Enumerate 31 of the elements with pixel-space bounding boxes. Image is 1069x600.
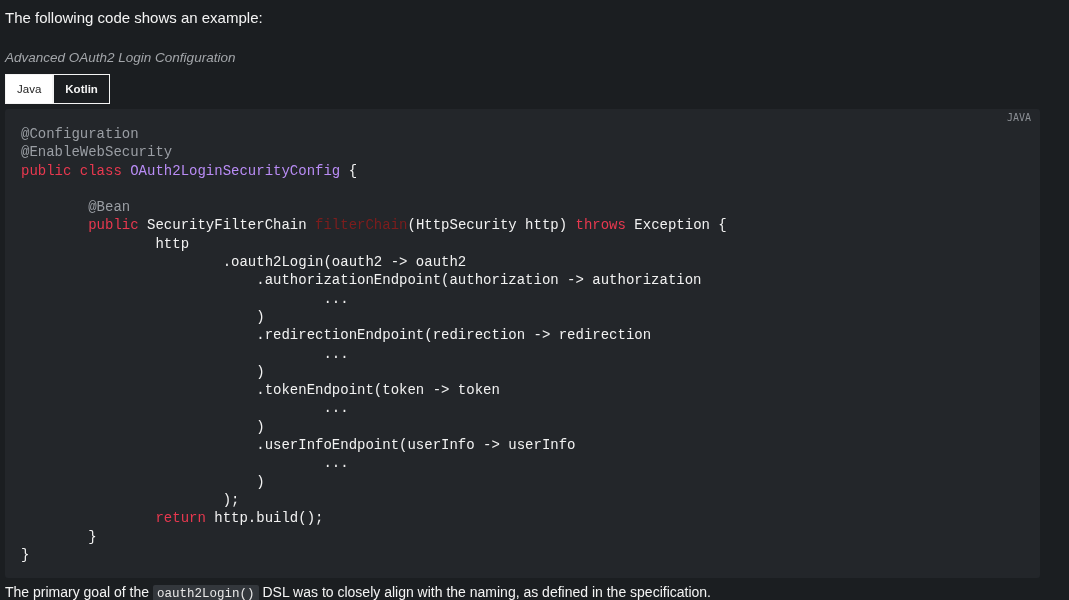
code-line: ) bbox=[255, 307, 265, 327]
code-line: @Configuration bbox=[21, 125, 139, 144]
code-line: } bbox=[21, 545, 30, 565]
code-line: public SecurityFilterChain filterChain(HttpSecurity http) throws Exception { bbox=[87, 216, 727, 235]
intro-text: The following code shows an example: bbox=[5, 8, 264, 28]
code-line: ... bbox=[322, 289, 349, 308]
code-line: .oauth2Login(oauth2 -> oauth2 bbox=[221, 253, 467, 272]
language-tab[interactable]: Kotlin bbox=[53, 74, 110, 104]
code-line: .authorizationEndpoint(authorization -> authorization bbox=[255, 271, 702, 290]
code-caption: Advanced OAuth2 Login Configuration bbox=[5, 49, 237, 67]
code-line: @EnableWebSecurity bbox=[21, 143, 173, 162]
code-line: http bbox=[154, 234, 190, 254]
paragraph-text: DSL was to closely align with the naming, as defined in the specification. bbox=[262, 583, 711, 600]
code-line: ); bbox=[221, 490, 240, 510]
code-line: .redirectionEndpoint(redirection -> redirection bbox=[255, 326, 652, 345]
paragraph-text: The primary goal of the bbox=[5, 583, 149, 600]
code-line: .userInfoEndpoint(userInfo -> userInfo bbox=[255, 436, 576, 455]
code-line: ... bbox=[322, 344, 349, 363]
code-line: ) bbox=[255, 472, 265, 491]
code-line: ) bbox=[255, 362, 265, 382]
code-line: public class OAuth2LoginSecurityConfig { bbox=[21, 161, 358, 180]
code-line: ... bbox=[322, 399, 349, 418]
code-line: @Bean bbox=[87, 198, 131, 217]
code-line: } bbox=[87, 527, 97, 546]
code-line: .tokenEndpoint(token -> token bbox=[255, 381, 500, 400]
code-line: return http.build(); bbox=[154, 509, 324, 528]
code-line: ) bbox=[255, 417, 265, 437]
inline-code: oauth2Login() bbox=[152, 585, 259, 600]
language-label: JAVA bbox=[1006, 112, 1031, 123]
code-line: ... bbox=[322, 454, 349, 473]
language-tab[interactable]: Java bbox=[5, 74, 54, 104]
